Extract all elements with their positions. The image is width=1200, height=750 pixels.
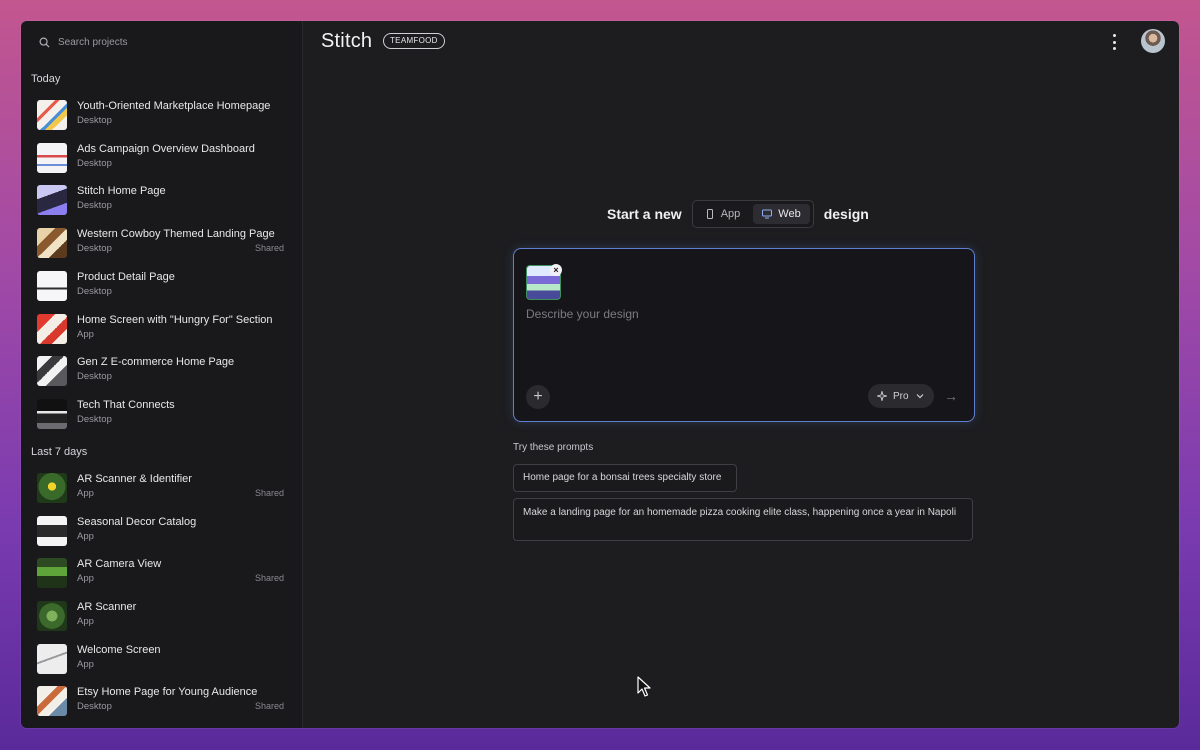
model-select[interactable]: Pro [868, 384, 934, 408]
project-thumbnail [37, 399, 67, 429]
project-thumbnail [37, 271, 67, 301]
project-type: App [77, 659, 94, 670]
project-type: Desktop [77, 115, 112, 126]
project-type: App [77, 531, 94, 542]
project-type: Desktop [77, 371, 112, 382]
project-item[interactable]: AR Camera View App Shared [37, 556, 285, 590]
monitor-icon [762, 209, 773, 219]
search-bar[interactable]: Search projects [39, 33, 127, 51]
project-title: AR Scanner & Identifier [77, 473, 192, 485]
project-item[interactable]: Tech That Connects Desktop [37, 397, 285, 431]
project-thumbnail [37, 314, 67, 344]
project-type: Desktop [77, 200, 112, 211]
project-thumbnail [37, 185, 67, 215]
project-title: Home Screen with "Hungry For" Section [77, 314, 273, 326]
project-title: Etsy Home Page for Young Audience [77, 686, 258, 698]
project-item[interactable]: Gen Z E-commerce Home Page Desktop [37, 354, 285, 388]
prompt-box[interactable]: × Describe your design + Pro → [513, 248, 975, 422]
project-item[interactable]: Product Detail Page Desktop [37, 269, 285, 303]
project-thumbnail [37, 644, 67, 674]
shared-badge: Shared [254, 573, 284, 583]
project-title: Welcome Screen [77, 644, 161, 656]
project-thumbnail [37, 143, 67, 173]
toggle-web-label: Web [778, 208, 801, 220]
project-thumbnail [37, 686, 67, 716]
project-type: Desktop [77, 414, 112, 425]
project-thumbnail [37, 558, 67, 588]
project-title: AR Scanner [77, 601, 137, 613]
project-item[interactable]: Seasonal Decor Catalog App [37, 514, 285, 548]
shared-badge: Shared [254, 488, 284, 498]
project-type: Desktop [77, 701, 112, 712]
project-type: App [77, 573, 94, 584]
shared-badge: Shared [254, 243, 284, 253]
mouse-cursor-icon [637, 676, 651, 697]
send-arrow-icon[interactable]: → [940, 385, 962, 407]
search-icon [39, 37, 50, 48]
project-thumbnail [37, 473, 67, 503]
project-title: Youth-Oriented Marketplace Homepage [77, 100, 271, 112]
project-thumbnail [37, 100, 67, 130]
project-item[interactable]: Home Screen with "Hungry For" Section Ap… [37, 312, 285, 346]
sparkle-icon [877, 391, 887, 401]
toggle-app-label: App [720, 208, 741, 220]
project-title: Stitch Home Page [77, 185, 166, 197]
project-type: App [77, 488, 94, 499]
project-item[interactable]: AR Scanner App [37, 599, 285, 633]
add-attachment-button[interactable]: + [526, 385, 550, 409]
project-item[interactable]: Western Cowboy Themed Landing Page Deskt… [37, 226, 285, 260]
project-type: Desktop [77, 243, 112, 254]
project-type: App [77, 329, 94, 340]
start-prefix: Start a new [607, 206, 682, 222]
platform-toggle: App Web [691, 200, 814, 228]
more-options-icon[interactable] [1108, 34, 1120, 50]
model-label: Pro [893, 390, 909, 402]
project-item[interactable]: Youth-Oriented Marketplace Homepage Desk… [37, 98, 285, 132]
project-item[interactable]: Welcome Screen App [37, 642, 285, 676]
prompt-input[interactable]: Describe your design [526, 307, 639, 321]
suggestion-chip[interactable]: Make a landing page for an homemade pizz… [513, 498, 973, 541]
project-title: Product Detail Page [77, 271, 175, 283]
teamfood-badge: TEAMFOOD [383, 33, 445, 49]
suggestion-chip[interactable]: Home page for a bonsai trees specialty s… [513, 464, 737, 492]
project-title: Ads Campaign Overview Dashboard [77, 143, 255, 155]
chevron-down-icon [916, 394, 923, 399]
project-title: Seasonal Decor Catalog [77, 516, 197, 528]
project-item[interactable]: Ads Campaign Overview Dashboard Desktop [37, 141, 285, 175]
project-type: App [77, 616, 94, 627]
project-title: Western Cowboy Themed Landing Page [77, 228, 275, 240]
app-window: Search projects Today Youth-Oriented Mar… [21, 21, 1179, 728]
section-heading-last-7-days: Last 7 days [31, 446, 88, 458]
section-heading-today: Today [31, 73, 61, 85]
start-design-row: Start a new App Web design [607, 200, 869, 228]
project-title: Gen Z E-commerce Home Page [77, 356, 235, 368]
project-item[interactable]: AR Scanner & Identifier App Shared [37, 471, 285, 505]
toggle-app[interactable]: App [696, 204, 750, 224]
search-input[interactable]: Search projects [58, 37, 127, 48]
start-suffix: design [823, 206, 869, 222]
toggle-web[interactable]: Web [753, 204, 810, 224]
project-thumbnail [37, 601, 67, 631]
project-thumbnail [37, 356, 67, 386]
project-type: Desktop [77, 286, 112, 297]
remove-attachment-icon[interactable]: × [550, 264, 562, 276]
avatar[interactable] [1141, 29, 1165, 53]
project-thumbnail [37, 228, 67, 258]
phone-icon [706, 209, 713, 219]
project-item[interactable]: Etsy Home Page for Young Audience Deskto… [37, 684, 285, 718]
project-thumbnail [37, 516, 67, 546]
app-logo[interactable]: Stitch [321, 30, 372, 53]
project-title: Tech That Connects [77, 399, 175, 411]
sidebar: Search projects Today Youth-Oriented Mar… [21, 21, 303, 728]
shared-badge: Shared [254, 701, 284, 711]
project-type: Desktop [77, 158, 112, 169]
try-prompts-label: Try these prompts [513, 442, 594, 453]
project-item[interactable]: Stitch Home Page Desktop [37, 183, 285, 217]
project-title: AR Camera View [77, 558, 162, 570]
